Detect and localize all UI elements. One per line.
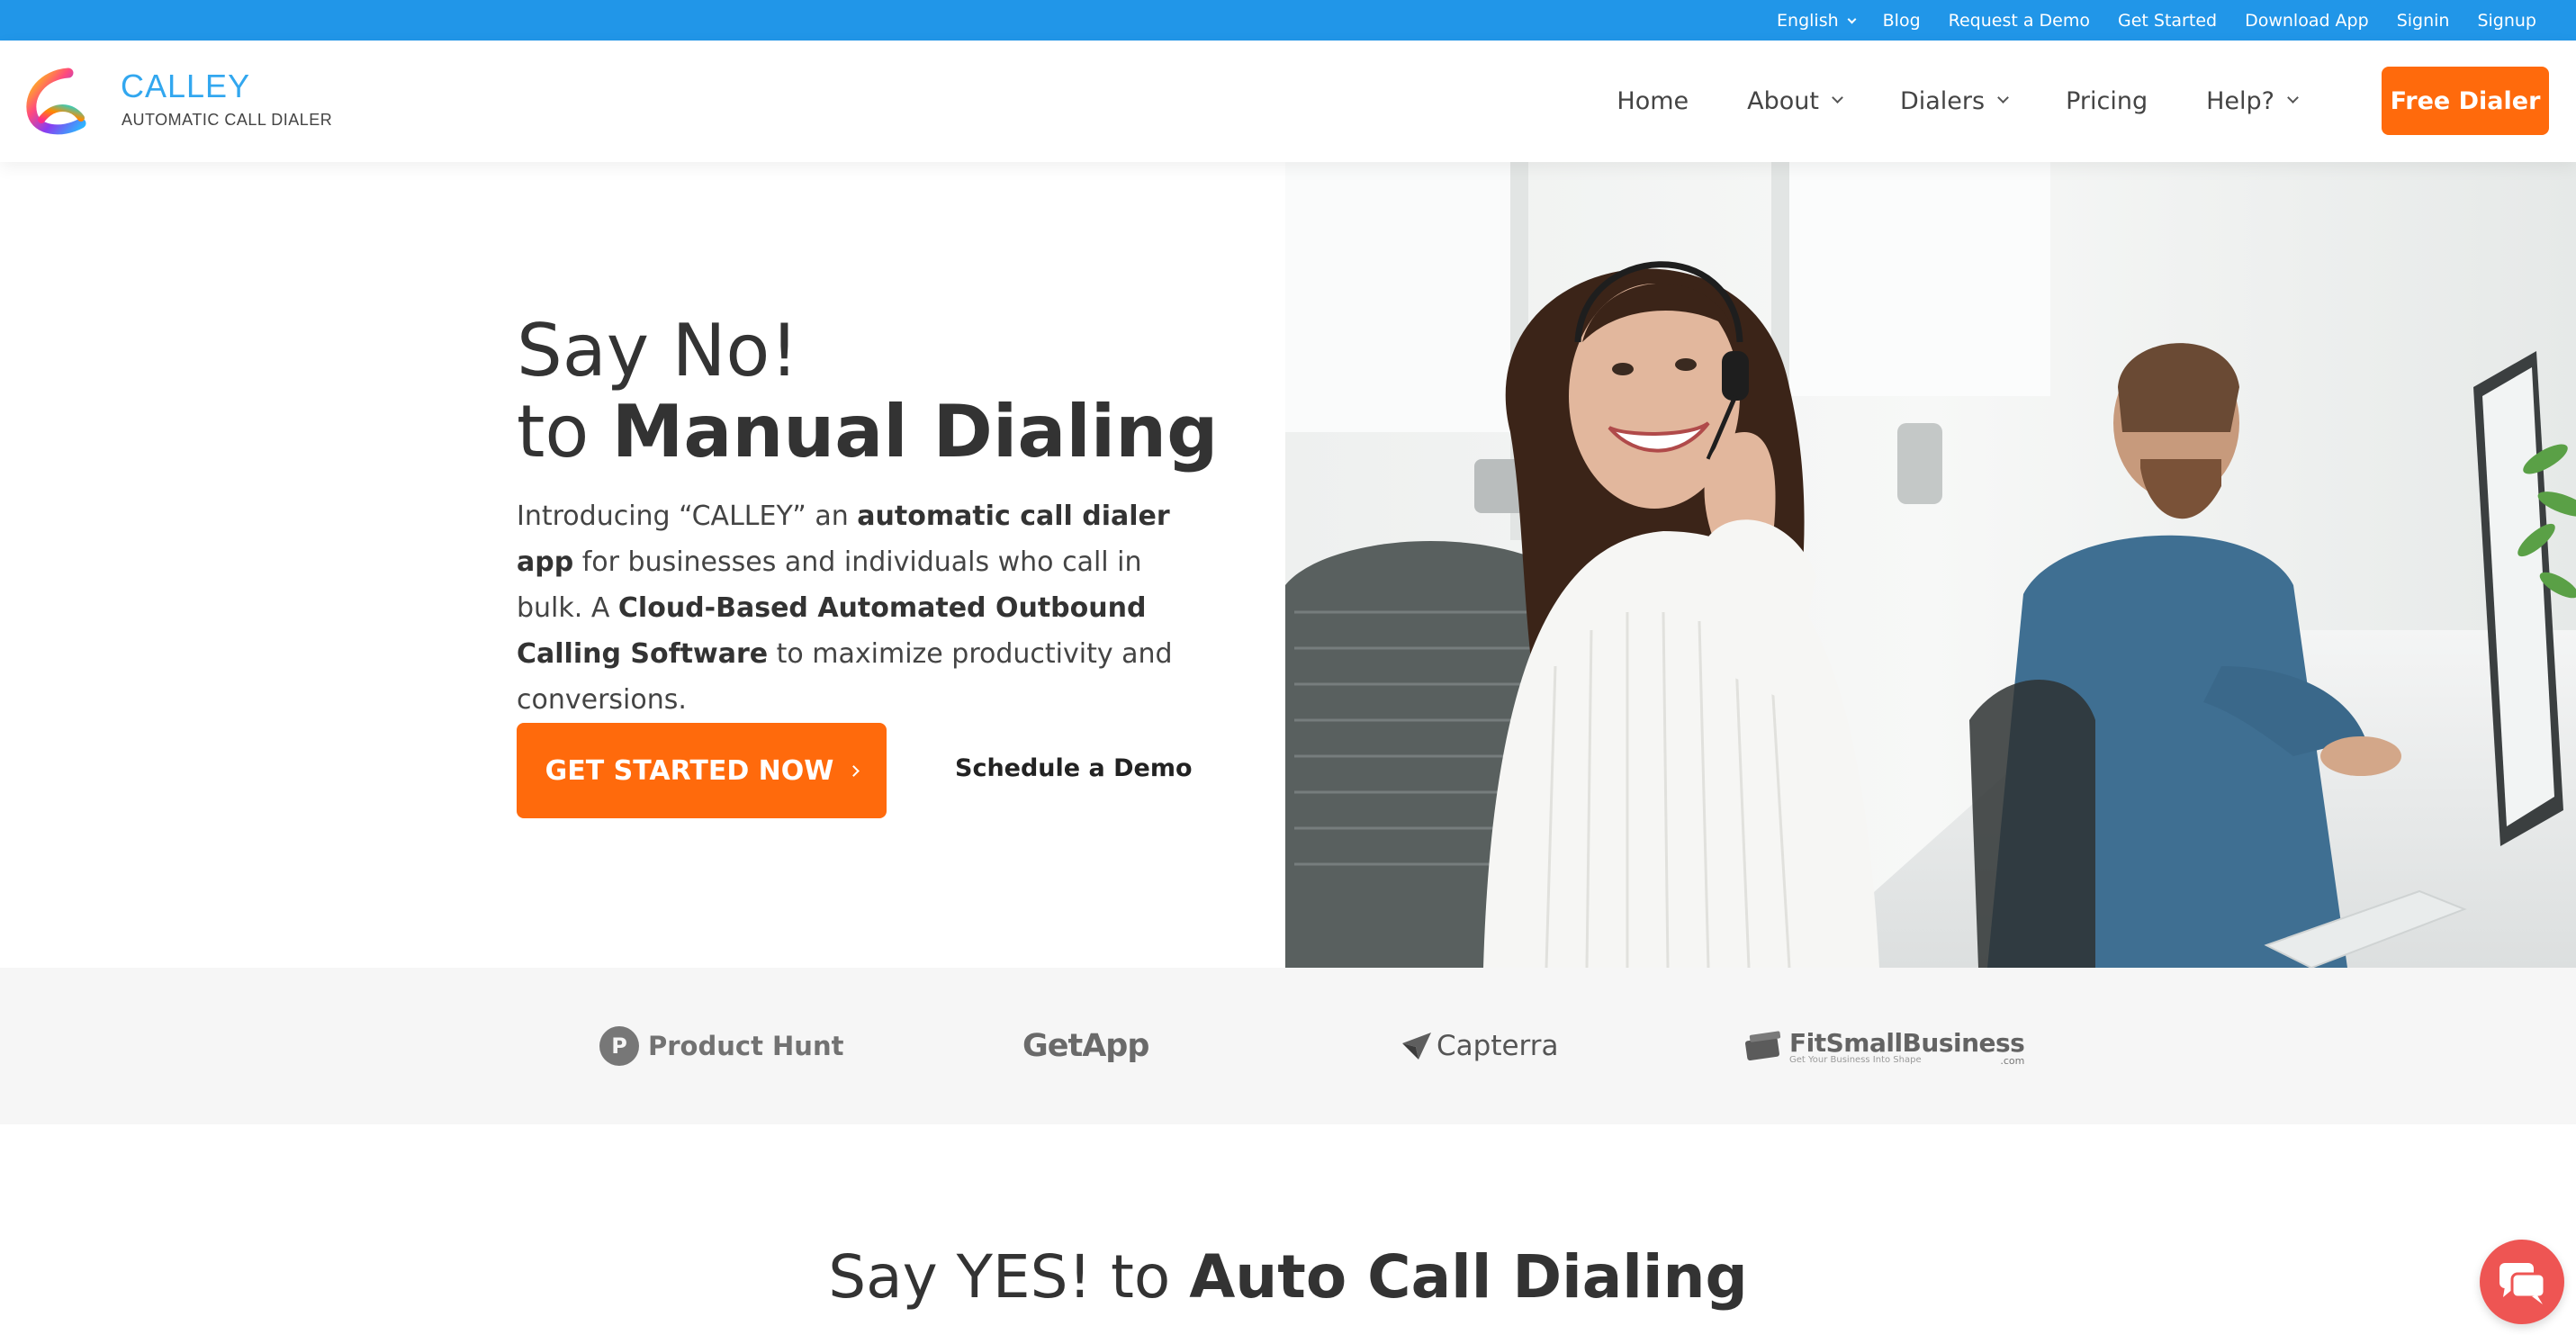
producthunt-logo[interactable]: P Product Hunt	[599, 1024, 843, 1069]
producthunt-label: Product Hunt	[648, 1031, 844, 1061]
chevron-down-icon	[2287, 92, 2299, 104]
nav-about[interactable]: About	[1747, 87, 1843, 115]
top-utility-bar: English Blog Request a Demo Get Started …	[0, 0, 2576, 41]
get-started-button[interactable]: GET STARTED NOW	[517, 723, 887, 818]
section-heading: Say YES! to Auto Call Dialing	[0, 1242, 2576, 1312]
hero-title-line2: to Manual Dialing	[517, 396, 1218, 468]
nav-dialers-label: Dialers	[1899, 87, 1986, 115]
hero-title-line1: Say No!	[517, 309, 799, 392]
free-dialer-button[interactable]: Free Dialer	[2382, 67, 2549, 135]
chevron-down-icon	[1997, 92, 2009, 104]
nav-about-label: About	[1747, 87, 1819, 115]
chevron-down-icon	[1832, 92, 1843, 104]
nav-home-label: Home	[1617, 87, 1689, 115]
link-download-app[interactable]: Download App	[2245, 11, 2369, 31]
review-logos-band	[0, 968, 2576, 1124]
brand-name[interactable]: CALLEY	[121, 68, 250, 105]
link-blog[interactable]: Blog	[1883, 11, 1921, 31]
section-heading-emphasis: Auto Call Dialing	[1189, 1242, 1748, 1312]
hero-image	[1285, 162, 2576, 968]
utility-links: English Blog Request a Demo Get Started …	[1777, 0, 2536, 41]
nav-help-label: Help?	[2206, 87, 2274, 115]
nav-home[interactable]: Home	[1617, 87, 1689, 115]
getapp-label: GetApp	[1022, 1028, 1149, 1064]
brand-tagline: AUTOMATIC CALL DIALER	[122, 111, 333, 129]
link-signup[interactable]: Signup	[2477, 11, 2536, 31]
nav-pricing-label: Pricing	[2066, 87, 2148, 115]
link-get-started[interactable]: Get Started	[2118, 11, 2217, 31]
fitsmallbusiness-icon	[1745, 1031, 1781, 1061]
chat-icon	[2499, 1263, 2546, 1304]
hero-intro: Introducing “CALLEY” an automatic call d…	[517, 493, 1201, 723]
fitsmallbusiness-domain: .com	[2000, 1054, 2025, 1067]
fitsmallbusiness-logo[interactable]: FitSmallBusiness Get Your Business Into …	[1744, 1024, 2025, 1069]
nav-pricing[interactable]: Pricing	[2066, 87, 2148, 115]
nav-help[interactable]: Help?	[2206, 87, 2299, 115]
producthunt-icon: P	[599, 1026, 639, 1066]
capterra-logo[interactable]: Capterra	[1401, 1024, 1559, 1069]
section-heading-prefix: Say YES! to	[828, 1242, 1190, 1312]
getapp-logo[interactable]: GetApp	[1022, 1024, 1149, 1069]
intro-text-1: Introducing “CALLEY” an	[517, 501, 858, 532]
capterra-label: Capterra	[1437, 1030, 1559, 1062]
link-signin[interactable]: Signin	[2397, 11, 2450, 31]
hero-title-prefix: to	[517, 390, 612, 474]
link-request-demo[interactable]: Request a Demo	[1949, 11, 2090, 31]
main-nav: Home About Dialers Pricing Help?	[1617, 41, 2299, 162]
language-label: English	[1777, 10, 1839, 31]
fitsmallbusiness-text: FitSmallBusiness Get Your Business Into …	[1789, 1027, 2025, 1067]
chat-widget-button[interactable]	[2480, 1240, 2564, 1324]
main-header: CALLEY AUTOMATIC CALL DIALER Home About …	[0, 41, 2576, 162]
capterra-arrow-icon	[1402, 1033, 1431, 1060]
language-selector[interactable]: English	[1777, 10, 1857, 31]
get-started-label: GET STARTED NOW	[545, 754, 834, 787]
call-center-illustration	[1285, 162, 2576, 968]
chevron-down-icon	[1847, 14, 1857, 23]
calley-logo[interactable]	[25, 68, 97, 135]
fitsmallbusiness-label: FitSmallBusiness	[1789, 1027, 2025, 1058]
hero-title-emphasis: Manual Dialing	[611, 390, 1219, 474]
nav-dialers[interactable]: Dialers	[1899, 87, 2009, 115]
chevron-right-icon	[848, 764, 860, 777]
schedule-demo-link[interactable]: Schedule a Demo	[955, 754, 1193, 782]
